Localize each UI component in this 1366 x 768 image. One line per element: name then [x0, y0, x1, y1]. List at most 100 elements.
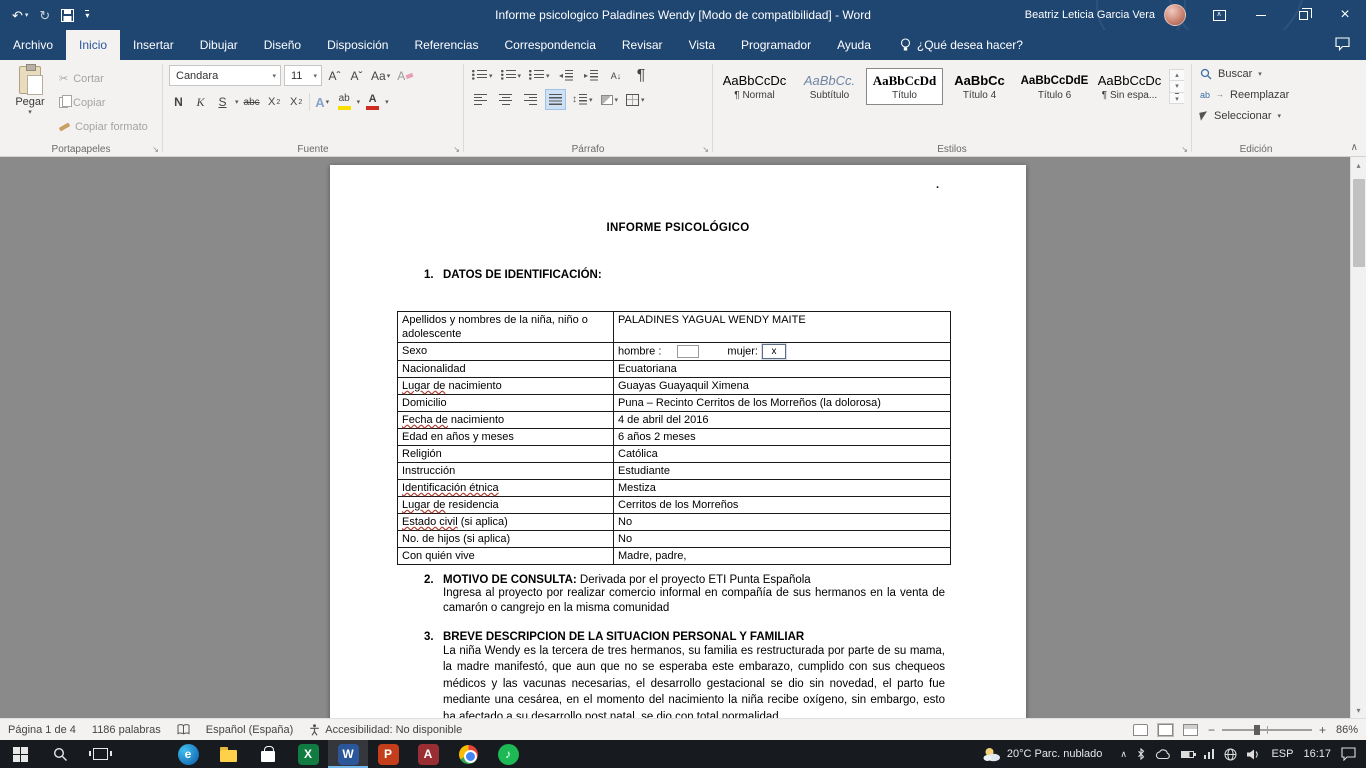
borders-button[interactable]: ▾	[624, 89, 647, 110]
clipboard-dialog-launcher[interactable]: ↘	[152, 145, 159, 154]
proofing-status[interactable]	[177, 724, 190, 735]
taskbar-powerpoint[interactable]: P	[368, 740, 408, 768]
accessibility-checker[interactable]: Accesibilidad: No disponible	[309, 724, 462, 736]
style-subtitulo[interactable]: AaBbCc. Subtítulo	[792, 69, 867, 104]
page-indicator[interactable]: Página 1 de 4	[8, 724, 76, 736]
zoom-in-button[interactable]: +	[1319, 723, 1326, 737]
minimize-button[interactable]	[1240, 0, 1282, 30]
taskbar-file-explorer[interactable]	[208, 740, 248, 768]
superscript-button[interactable]: X2	[287, 92, 306, 113]
scroll-up-arrow[interactable]: ▴	[1351, 157, 1366, 173]
increase-indent-button[interactable]: ▸	[581, 65, 602, 86]
speaker-icon[interactable]	[1247, 749, 1261, 760]
read-mode-button[interactable]	[1133, 724, 1148, 736]
language-indicator[interactable]: Español (España)	[206, 724, 293, 736]
document-page[interactable]: . INFORME PSICOLÓGICO 1. DATOS DE IDENTI…	[330, 165, 1026, 718]
taskbar-search-button[interactable]	[40, 740, 80, 768]
sort-button[interactable]: A↓	[606, 65, 627, 86]
feedback-comment-icon[interactable]	[1335, 37, 1350, 54]
replace-button[interactable]: ab→ Reemplazar	[1196, 84, 1316, 105]
redo-button[interactable]: ↻	[39, 9, 50, 22]
format-painter-button[interactable]: Copiar formato	[56, 116, 151, 137]
cut-button[interactable]: ✂Cortar	[56, 68, 151, 89]
tab-insertar[interactable]: Insertar	[120, 30, 187, 60]
task-view-button[interactable]	[80, 740, 120, 768]
style-sin-espaciado[interactable]: AaBbCcDc ¶ Sin espa...	[1092, 69, 1167, 104]
vertical-scrollbar[interactable]: ▴ ▾	[1350, 157, 1366, 718]
action-center-icon[interactable]	[1341, 747, 1360, 761]
tab-inicio[interactable]: Inicio	[66, 30, 120, 60]
tab-vista[interactable]: Vista	[676, 30, 728, 60]
tab-referencias[interactable]: Referencias	[401, 30, 491, 60]
tab-revisar[interactable]: Revisar	[609, 30, 676, 60]
web-layout-button[interactable]	[1183, 724, 1198, 736]
font-color-dropdown-icon[interactable]: ▾	[385, 98, 389, 106]
italic-button[interactable]: K	[191, 92, 210, 113]
restore-button[interactable]	[1282, 0, 1324, 30]
tab-dibujar[interactable]: Dibujar	[187, 30, 251, 60]
word-count[interactable]: 1186 palabras	[92, 724, 161, 736]
account-name[interactable]: Beatriz Leticia Garcia Vera	[1025, 9, 1155, 21]
tab-programador[interactable]: Programador	[728, 30, 824, 60]
align-left-button[interactable]	[470, 89, 491, 110]
close-button[interactable]: ×	[1324, 0, 1366, 30]
align-right-button[interactable]	[520, 89, 541, 110]
highlight-button[interactable]: ab	[335, 92, 354, 113]
style-normal[interactable]: AaBbCcDc ¶ Normal	[717, 69, 792, 104]
justify-button[interactable]	[545, 89, 566, 110]
font-name-combo[interactable]: Candara▾	[169, 65, 281, 86]
align-center-button[interactable]	[495, 89, 516, 110]
numbering-button[interactable]: ▾	[499, 65, 524, 86]
taskbar-store[interactable]	[248, 740, 288, 768]
strikethrough-button[interactable]: abc	[242, 92, 262, 113]
highlight-dropdown-icon[interactable]: ▾	[357, 98, 361, 106]
hombre-checkbox[interactable]	[677, 345, 699, 358]
zoom-level[interactable]: 86%	[1336, 724, 1358, 736]
styles-scroll-down[interactable]: ▾	[1170, 81, 1184, 92]
keyboard-language[interactable]: ESP	[1271, 748, 1293, 760]
line-spacing-button[interactable]: ↕▾	[570, 89, 595, 110]
start-button[interactable]	[0, 740, 40, 768]
change-case-button[interactable]: Aa▾	[369, 65, 392, 86]
collapse-ribbon-button[interactable]: ∧	[1351, 142, 1358, 153]
paragraph-dialog-launcher[interactable]: ↘	[702, 145, 709, 154]
select-button[interactable]: Seleccionar▾	[1196, 105, 1316, 126]
signal-icon[interactable]	[1204, 749, 1215, 759]
ribbon-display-options-button[interactable]: ∧	[1198, 0, 1240, 30]
font-size-combo[interactable]: 11▾	[284, 65, 322, 86]
tab-correspondencia[interactable]: Correspondencia	[491, 30, 608, 60]
clock[interactable]: 16:17	[1303, 748, 1331, 760]
shrink-font-button[interactable]: Aˇ	[347, 65, 366, 86]
show-marks-button[interactable]: ¶	[631, 65, 652, 86]
zoom-out-button[interactable]: −	[1208, 723, 1215, 737]
tab-ayuda[interactable]: Ayuda	[824, 30, 884, 60]
battery-icon[interactable]	[1181, 751, 1194, 758]
dropdown-icon[interactable]: ▾	[266, 72, 276, 80]
text-effects-button[interactable]: A▾	[313, 92, 332, 113]
mujer-checkbox[interactable]: x	[762, 344, 786, 359]
subscript-button[interactable]: X2	[265, 92, 284, 113]
bullets-button[interactable]: ▾	[470, 65, 495, 86]
copy-button[interactable]: Copiar	[56, 92, 151, 113]
shading-button[interactable]: ▾	[599, 89, 621, 110]
underline-button[interactable]: S	[213, 92, 232, 113]
grow-font-button[interactable]: Aˆ	[325, 65, 344, 86]
paste-button[interactable]: Pegar ▾	[4, 63, 56, 140]
tell-me-search[interactable]: ¿Qué desea hacer?	[900, 30, 1023, 60]
print-layout-button[interactable]	[1158, 724, 1173, 736]
customize-qat-button[interactable]: ▾	[85, 10, 89, 20]
scrollbar-thumb[interactable]	[1353, 179, 1365, 267]
taskbar-word-active[interactable]: W	[328, 740, 368, 768]
account-avatar[interactable]	[1164, 4, 1186, 26]
dropdown-icon[interactable]: ▾	[307, 72, 317, 80]
hidden-icons-chevron[interactable]: ∧	[1120, 749, 1127, 760]
onedrive-cloud-icon[interactable]	[1155, 749, 1171, 760]
font-color-button[interactable]: A	[363, 92, 382, 113]
taskbar-excel[interactable]: X	[288, 740, 328, 768]
zoom-slider[interactable]	[1222, 729, 1312, 731]
style-titulo-4[interactable]: AaBbCc Título 4	[942, 69, 1017, 104]
tab-disposicion[interactable]: Disposición	[314, 30, 401, 60]
taskbar-edge[interactable]: e	[168, 740, 208, 768]
tab-diseno[interactable]: Diseño	[251, 30, 314, 60]
decrease-indent-button[interactable]: ◂	[556, 65, 577, 86]
